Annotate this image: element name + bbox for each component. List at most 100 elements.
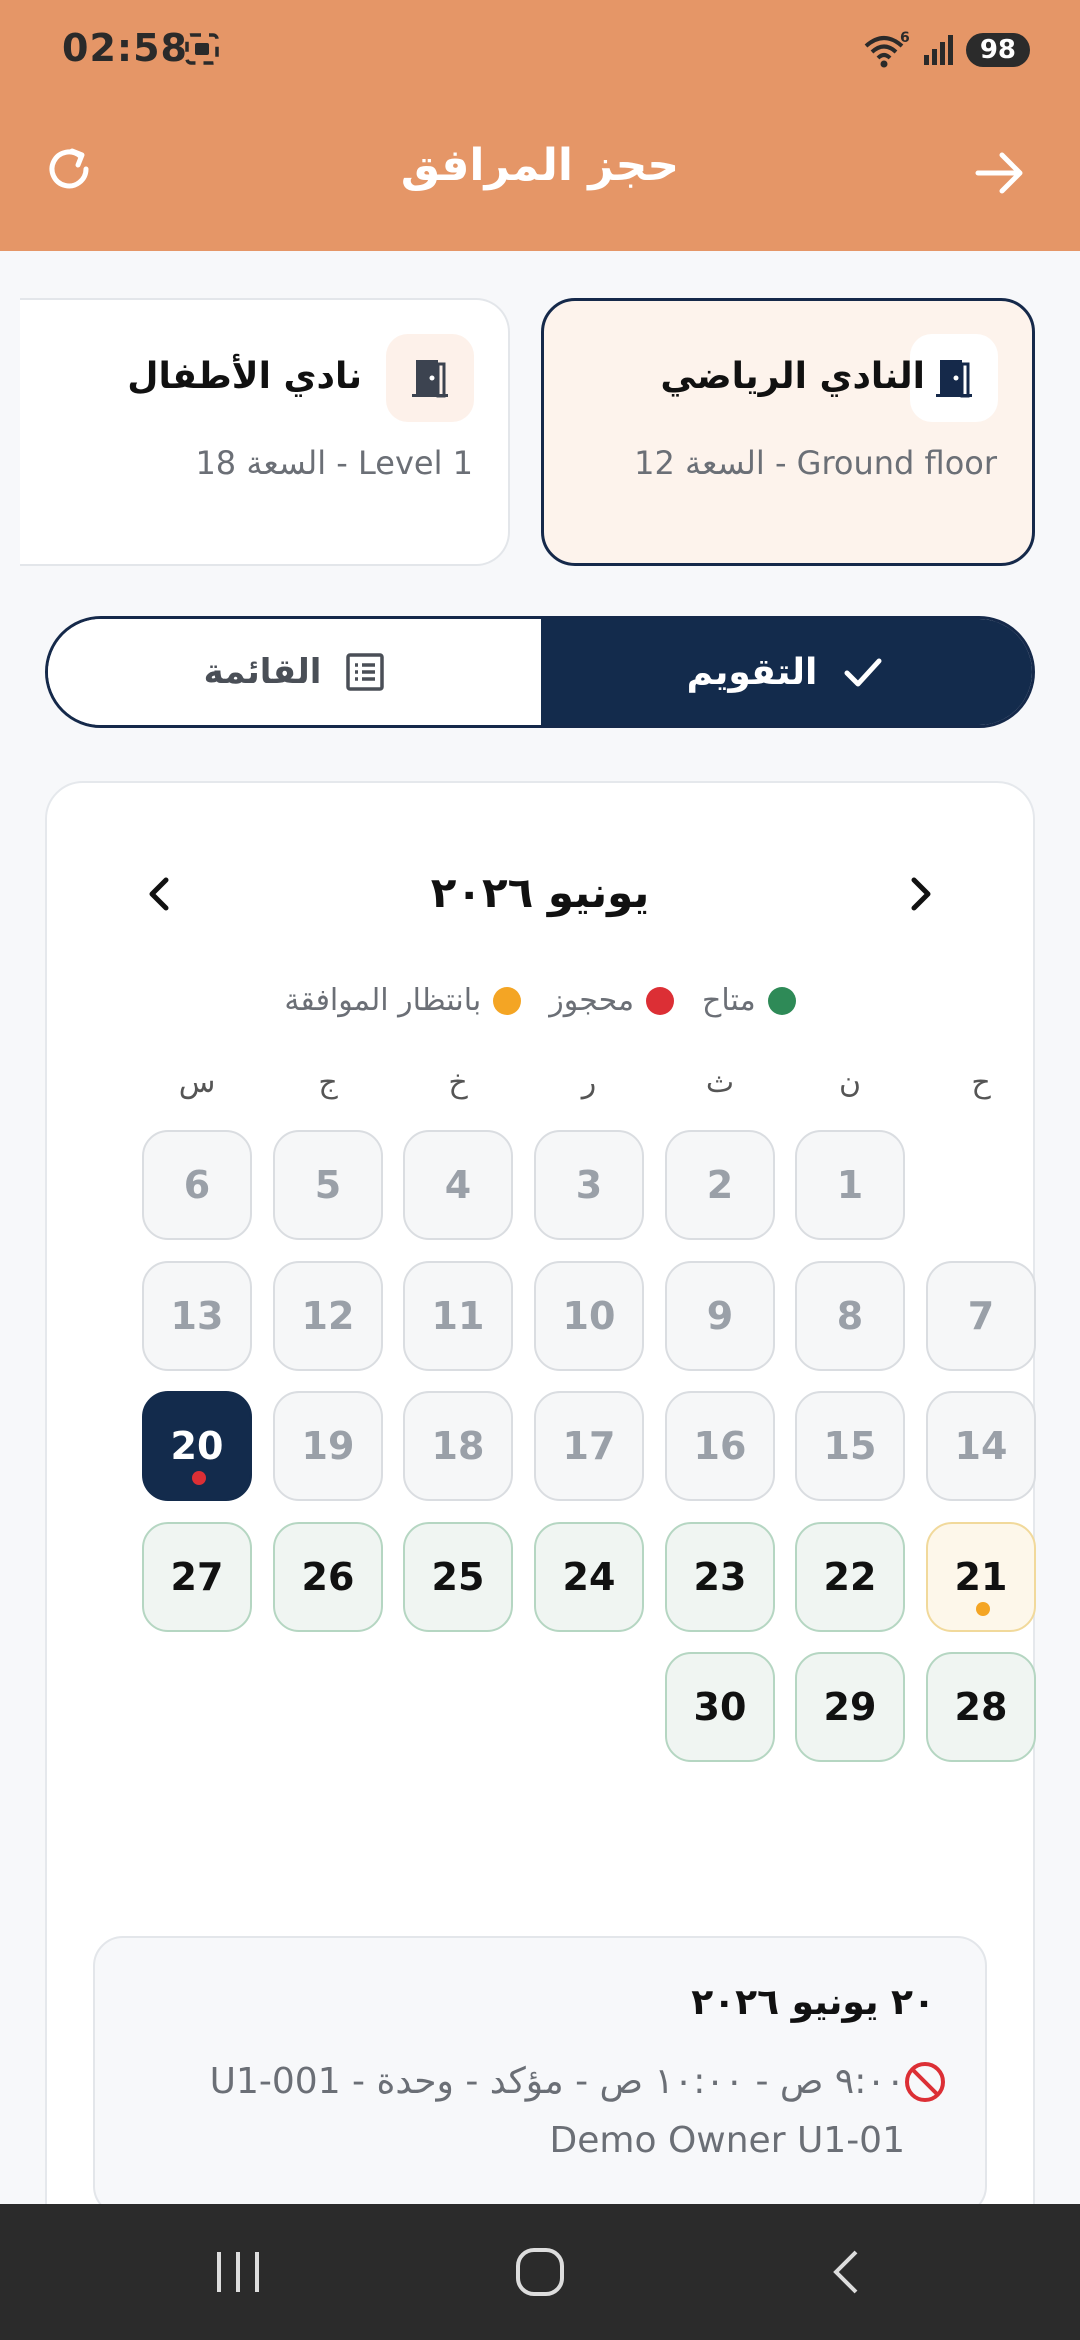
calendar-day[interactable]: 11 bbox=[403, 1261, 513, 1371]
calendar-day[interactable]: 3 bbox=[534, 1130, 644, 1240]
system-nav-bar bbox=[0, 2204, 1080, 2340]
day-number: 25 bbox=[431, 1555, 485, 1599]
status-icons: 6 98 bbox=[862, 30, 1030, 70]
check-icon bbox=[844, 658, 882, 687]
calendar-day[interactable]: 23 bbox=[665, 1522, 775, 1632]
list-tab-label: القائمة bbox=[203, 652, 322, 692]
day-number: 10 bbox=[562, 1294, 616, 1338]
day-number: 22 bbox=[823, 1555, 877, 1599]
list-icon bbox=[346, 653, 385, 691]
back-icon[interactable] bbox=[826, 2248, 866, 2296]
weekday-label: ر bbox=[581, 1065, 597, 1100]
facility-name: نادي الأطفال bbox=[127, 356, 362, 397]
view-toggle: التقويم القائمة bbox=[45, 616, 1035, 728]
weekday-label: خ bbox=[448, 1065, 468, 1100]
cancel-icon[interactable] bbox=[903, 2060, 947, 2104]
calendar-day[interactable]: 22 bbox=[795, 1522, 905, 1632]
calendar-day[interactable]: 8 bbox=[795, 1261, 905, 1371]
calendar-day[interactable]: 13 bbox=[142, 1261, 252, 1371]
home-icon[interactable] bbox=[514, 2246, 566, 2298]
calendar-day[interactable]: 14 bbox=[926, 1391, 1036, 1501]
day-number: 26 bbox=[301, 1555, 355, 1599]
calendar-day[interactable]: 10 bbox=[534, 1261, 644, 1371]
battery-level: 98 bbox=[965, 33, 1030, 67]
page-title: حجز المرافق bbox=[400, 140, 680, 191]
legend-label: متاح bbox=[702, 983, 756, 1018]
day-number: 6 bbox=[183, 1163, 211, 1207]
day-number: 7 bbox=[967, 1294, 995, 1338]
calendar-day[interactable]: 26 bbox=[273, 1522, 383, 1632]
calendar-day[interactable]: 18 bbox=[403, 1391, 513, 1501]
day-number: 9 bbox=[706, 1294, 734, 1338]
calendar-day[interactable]: 30 bbox=[665, 1652, 775, 1762]
day-number: 19 bbox=[301, 1424, 355, 1468]
calendar-day[interactable]: 19 bbox=[273, 1391, 383, 1501]
calendar-day[interactable]: 16 bbox=[665, 1391, 775, 1501]
day-number: 27 bbox=[170, 1555, 224, 1599]
day-number: 24 bbox=[562, 1555, 616, 1599]
day-number: 17 bbox=[562, 1424, 616, 1468]
day-number: 2 bbox=[706, 1163, 734, 1207]
calendar-day[interactable]: 5 bbox=[273, 1130, 383, 1240]
booking-entry[interactable]: ٩:٠٠ ص - ١٠:٠٠ ص - مؤكد - وحدة U1-001 - … bbox=[145, 2052, 905, 2170]
calendar-day[interactable]: 12 bbox=[273, 1261, 383, 1371]
legend-label: محجوز bbox=[549, 983, 635, 1018]
legend-pending: بانتظار الموافقة bbox=[284, 983, 522, 1018]
legend-label: بانتظار الموافقة bbox=[284, 983, 482, 1018]
booked-marker bbox=[192, 1471, 206, 1485]
calendar-day[interactable]: 15 bbox=[795, 1391, 905, 1501]
chevron-right-icon[interactable] bbox=[900, 874, 940, 914]
day-number: 21 bbox=[954, 1555, 1008, 1599]
recent-apps-icon[interactable] bbox=[213, 2248, 263, 2296]
legend-dot bbox=[646, 986, 675, 1015]
pending-marker bbox=[976, 1602, 990, 1616]
signal-icon bbox=[923, 35, 953, 65]
calendar-day[interactable]: 24 bbox=[534, 1522, 644, 1632]
day-number: 28 bbox=[954, 1685, 1008, 1729]
legend-available: متاح bbox=[702, 983, 796, 1018]
day-number: 12 bbox=[301, 1294, 355, 1338]
day-number: 1 bbox=[836, 1163, 864, 1207]
calendar-day[interactable]: 20 bbox=[142, 1391, 252, 1501]
day-number: 16 bbox=[693, 1424, 747, 1468]
weekday-label: ن bbox=[838, 1065, 862, 1100]
legend-booked: محجوز bbox=[549, 983, 675, 1018]
calendar-day[interactable]: 27 bbox=[142, 1522, 252, 1632]
legend-dot bbox=[767, 986, 796, 1015]
calendar-day[interactable]: 29 bbox=[795, 1652, 905, 1762]
weekday-label: ج bbox=[318, 1065, 338, 1100]
facility-name: النادي الرياضي bbox=[660, 356, 925, 397]
calendar-day[interactable]: 6 bbox=[142, 1130, 252, 1240]
day-number: 14 bbox=[954, 1424, 1008, 1468]
day-number: 23 bbox=[693, 1555, 747, 1599]
weekday-label: ح bbox=[971, 1065, 991, 1100]
calendar-day[interactable]: 25 bbox=[403, 1522, 513, 1632]
day-number: 8 bbox=[836, 1294, 864, 1338]
day-number: 5 bbox=[314, 1163, 342, 1207]
screenshot-icon bbox=[185, 33, 219, 65]
status-time: 02:58 bbox=[62, 26, 188, 70]
wifi-icon: 6 bbox=[864, 30, 910, 68]
day-number: 3 bbox=[575, 1163, 603, 1207]
legend-dot bbox=[493, 986, 522, 1015]
network-label: 6 bbox=[900, 30, 910, 46]
calendar-day[interactable]: 21 bbox=[926, 1522, 1036, 1632]
calendar-day[interactable]: 2 bbox=[665, 1130, 775, 1240]
facility-details: Ground floor - السعة 12 bbox=[634, 444, 997, 482]
calendar-day[interactable]: 17 bbox=[534, 1391, 644, 1501]
back-arrow-icon[interactable] bbox=[972, 147, 1028, 199]
calendar-day[interactable]: 9 bbox=[665, 1261, 775, 1371]
weekday-label: ث bbox=[705, 1065, 735, 1100]
day-number: 20 bbox=[170, 1424, 224, 1468]
day-number: 15 bbox=[823, 1424, 877, 1468]
day-number: 29 bbox=[823, 1685, 877, 1729]
calendar-day[interactable]: 7 bbox=[926, 1261, 1036, 1371]
day-number: 4 bbox=[444, 1163, 472, 1207]
day-number: 13 bbox=[170, 1294, 224, 1338]
booking-date: ٢٠ يونيو ٢٠٢٦ bbox=[691, 1982, 935, 2023]
tab-list[interactable]: القائمة bbox=[48, 619, 541, 725]
calendar-day[interactable]: 1 bbox=[795, 1130, 905, 1240]
calendar-day[interactable]: 28 bbox=[926, 1652, 1036, 1762]
calendar-day[interactable]: 4 bbox=[403, 1130, 513, 1240]
tab-calendar[interactable]: التقويم bbox=[538, 619, 1032, 725]
